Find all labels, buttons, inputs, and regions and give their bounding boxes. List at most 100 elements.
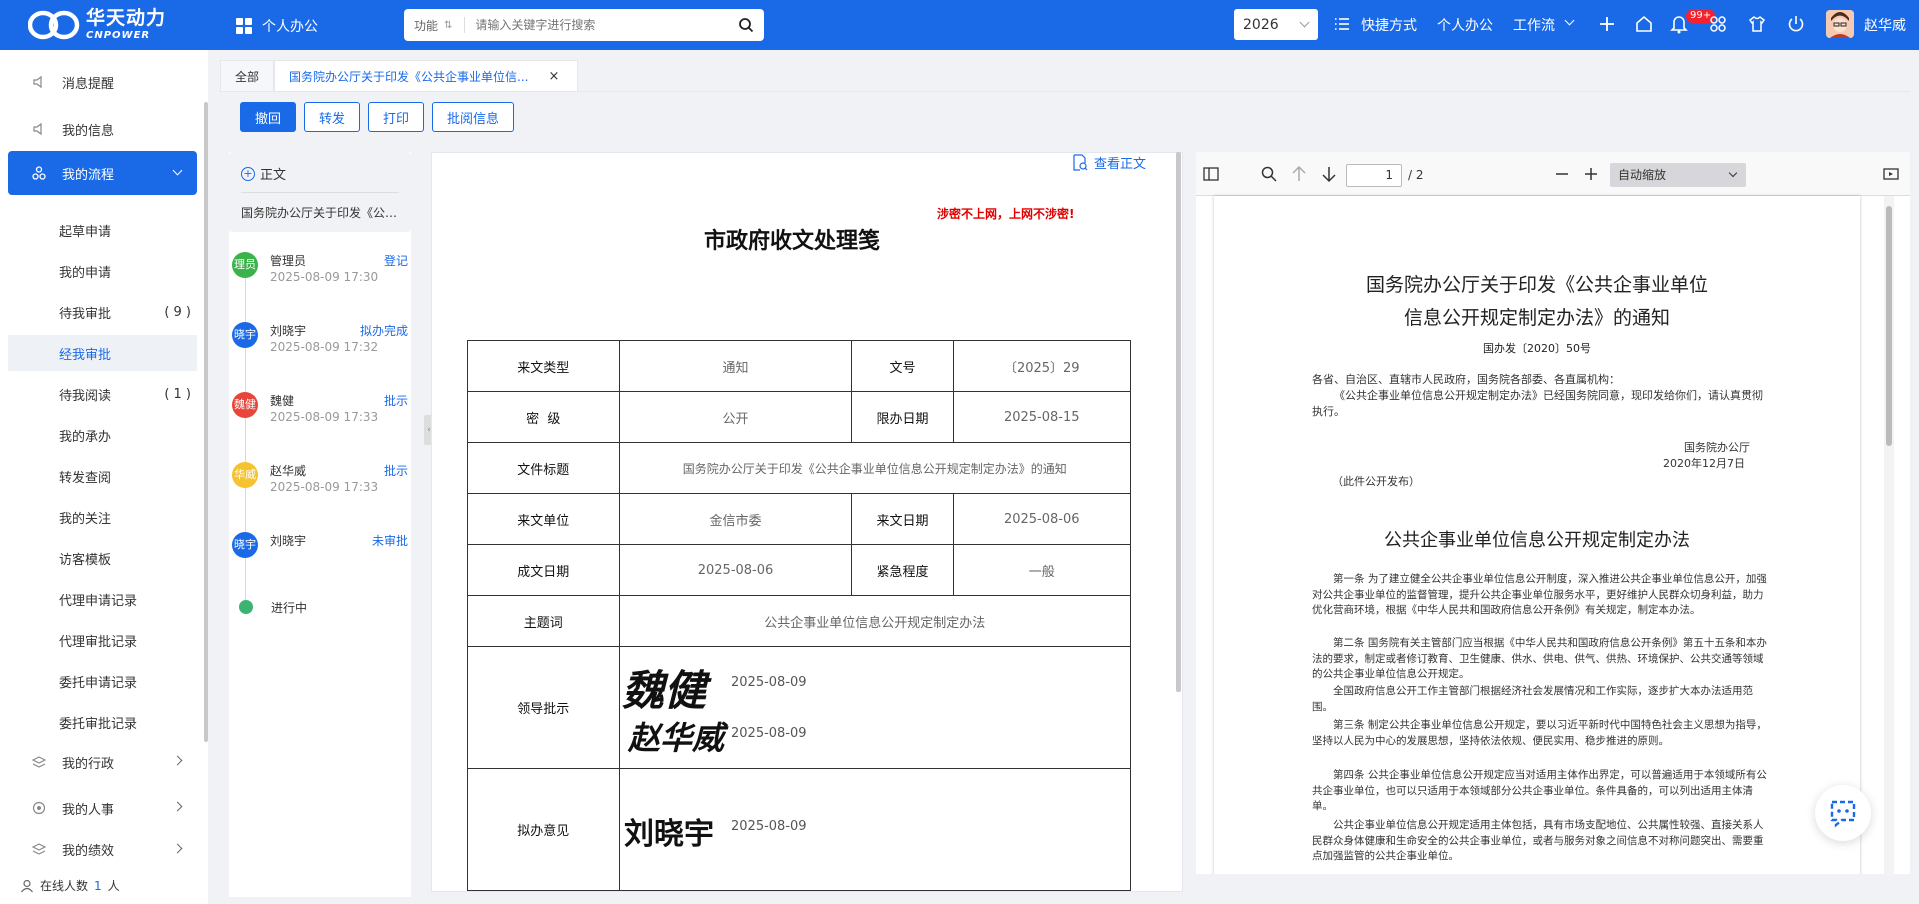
sidebar-subitem[interactable]: 转发查阅 <box>8 458 197 494</box>
logo[interactable]: 华天动力 CNPOWER <box>28 9 166 41</box>
flow-node-name: 刘晓宇 <box>270 534 307 548</box>
sidebar-toggle-icon[interactable] <box>1202 165 1220 183</box>
sidebar-subitem-label: 代理申请记录 <box>59 593 138 609</box>
tab-bar: 全部 国务院办公厅关于印发《公共企事业单位信... × <box>220 60 579 92</box>
pdf-scrollbar[interactable] <box>1886 206 1892 446</box>
sidebar-subitem-label: 委托审批记录 <box>59 716 138 732</box>
power-icon[interactable] <box>1786 14 1806 34</box>
search-icon[interactable] <box>738 17 754 33</box>
sidebar-subitem[interactable]: 待我阅读 ( 1 ) <box>8 376 197 412</box>
nav-shortcut[interactable]: 快捷方式 <box>1361 15 1417 35</box>
withdraw-button[interactable]: 撤回 <box>240 102 297 132</box>
sidebar-subitem[interactable]: 经我审批 <box>8 335 197 371</box>
cell-value: 〔2025〕29 <box>952 340 1132 392</box>
arrow-down-icon[interactable] <box>1320 165 1338 183</box>
document-scrollbar[interactable] <box>1176 152 1181 692</box>
sidebar-subitem[interactable]: 我的承办 <box>8 417 197 453</box>
arrow-up-icon[interactable] <box>1290 165 1308 183</box>
home-icon[interactable] <box>1634 14 1654 34</box>
cell-label: 文件标题 <box>467 442 620 494</box>
close-icon[interactable]: × <box>548 69 559 84</box>
sidebar-subitem[interactable]: 委托审批记录 <box>8 704 197 740</box>
user-name[interactable]: 赵华威 <box>1864 15 1906 35</box>
flow-node-time: 2025-08-09 17:32 <box>270 340 379 354</box>
signature-1: 魏健 <box>622 666 707 715</box>
sidebar-item-admin[interactable]: 我的行政 <box>8 742 197 782</box>
flow-node-name: 赵华威 <box>270 464 307 478</box>
avatar[interactable] <box>1826 10 1854 38</box>
pdf-toolbar: 1 / 2 自动缩放 <box>1196 152 1910 196</box>
sidebar-item-my-info[interactable]: 我的信息 <box>8 109 197 149</box>
sidebar-subitem[interactable]: 我的关注 <box>8 499 197 535</box>
flow-node: 华威 赵华威 批示 2025-08-09 17:33 <box>232 462 408 502</box>
cell-label: 来文日期 <box>851 493 954 545</box>
sidebar-item-performance[interactable]: 我的绩效 <box>8 834 197 864</box>
sidebar-item-messages[interactable]: 消息提醒 <box>8 62 197 102</box>
page-number-input[interactable]: 1 <box>1346 164 1402 187</box>
sidebar-subitem[interactable]: 代理申请记录 <box>8 581 197 617</box>
sidebar-subitem-label: 起草申请 <box>59 224 112 240</box>
sidebar-scrollbar[interactable] <box>204 102 208 742</box>
cell-label: 限办日期 <box>851 391 954 443</box>
tab-all[interactable]: 全部 <box>220 60 275 92</box>
tab-document[interactable]: 国务院办公厅关于印发《公共企事业单位信... × <box>274 60 579 92</box>
flow-node-status: 批示 <box>383 394 408 408</box>
sidebar-subitem[interactable]: 代理审批记录 <box>8 622 197 658</box>
search-icon[interactable] <box>1260 165 1278 183</box>
zhengwen-file-link[interactable]: 国务院办公厅关于印发《公共企事业单位信息公开规定制定办法》的通知 <box>241 204 401 221</box>
table-row: 领导批示 <box>467 646 1132 769</box>
zoom-select[interactable]: 自动缩放 <box>1610 163 1746 187</box>
sidebar-item-hr[interactable]: 我的人事 <box>8 788 197 828</box>
cell-label: 文号 <box>851 340 954 392</box>
chevron-right-icon <box>172 755 183 766</box>
sidebar-subitem-count: ( 1 ) <box>164 386 191 402</box>
zoom-value: 自动缩放 <box>1618 168 1667 182</box>
pdf-article-1: 第一条 为了建立健全公共企事业单位信息公开制度，深入推进公共企事业单位信息公开，… <box>1312 573 1767 616</box>
cell-label: 来文单位 <box>467 493 620 545</box>
pdf-page: 国务院办公厅关于印发《公共企事业单位 信息公开规定制定办法》的通知 国办发〔20… <box>1214 196 1860 874</box>
view-text-link[interactable]: 查看正文 <box>1072 153 1146 172</box>
forward-button[interactable]: 转发 <box>304 102 361 132</box>
print-button[interactable]: 打印 <box>368 102 425 132</box>
speaker-icon <box>33 75 42 89</box>
avatar: 晓宇 <box>232 532 258 558</box>
flow-node: 魏健 魏健 批示 2025-08-09 17:33 <box>232 392 408 432</box>
flow-node-time: 2025-08-09 17:33 <box>270 410 379 424</box>
cell-value: 2025-08-15 <box>952 391 1132 443</box>
list-icon <box>1335 18 1349 30</box>
shirt-icon[interactable] <box>1747 14 1767 34</box>
chat-button[interactable] <box>1815 785 1871 841</box>
search-input[interactable] <box>475 18 738 32</box>
cell-value: 国务院办公厅关于印发《公共企事业单位信息公开规定制定办法》的通知 <box>618 442 1132 494</box>
plus-icon[interactable] <box>1598 15 1616 33</box>
zoom-in-icon[interactable] <box>1582 165 1600 183</box>
pdf-greeting: 各省、自治区、直辖市人民政府，国务院各部委、各直属机构： <box>1312 373 1620 386</box>
sidebar-subitem-count: ( 9 ) <box>164 304 191 320</box>
pdf-title-line2: 信息公开规定制定办法》的通知 <box>1403 307 1670 329</box>
sidebar-subitem[interactable]: 我的申请 <box>8 253 197 289</box>
flow-panel: + 正文 国务院办公厅关于印发《公共企事业单位信息公开规定制定办法》的通知 理员管… <box>229 152 411 897</box>
sidebar-subitem[interactable]: 待我审批 ( 9 ) <box>8 294 197 330</box>
nav-workflow[interactable]: 工作流 <box>1513 15 1555 35</box>
review-info-button[interactable]: 批阅信息 <box>432 102 515 132</box>
apps-icon[interactable] <box>1709 15 1727 33</box>
online-unit: 人 <box>107 879 120 893</box>
sidebar-subitem-label: 待我审批 <box>59 306 112 322</box>
pdf-article-4: 第四条 公共企事业单位信息公开规定应当对适用主体作出界定，可以普遍适用于本领域所… <box>1312 769 1767 812</box>
zhengwen-toggle[interactable]: + 正文 <box>241 164 286 183</box>
year-select[interactable]: 2026 <box>1234 9 1318 40</box>
sidebar-subitem[interactable]: 访客模板 <box>8 540 197 576</box>
presentation-icon[interactable] <box>1882 165 1900 183</box>
grid-icon <box>236 18 252 34</box>
pdf-intro: 《公共企事业单位信息公开规定制定办法》已经国务院同意，现印发给你们，请认真贯彻执… <box>1312 389 1763 418</box>
app-switcher[interactable]: 个人办公 <box>236 16 318 36</box>
zoom-out-icon[interactable] <box>1553 165 1571 183</box>
flow-icon <box>32 166 46 180</box>
search-func-select[interactable]: 功能 <box>404 17 444 34</box>
nav-personal[interactable]: 个人办公 <box>1437 15 1493 35</box>
sidebar-item-my-flow[interactable]: 我的流程 <box>8 151 197 195</box>
sidebar-subitem[interactable]: 委托申请记录 <box>8 663 197 699</box>
sidebar-subitem-label: 转发查阅 <box>59 470 112 486</box>
flow-node: 晓宇 刘晓宇 未审批 <box>232 532 408 572</box>
sidebar-subitem[interactable]: 起草申请 <box>8 212 197 248</box>
